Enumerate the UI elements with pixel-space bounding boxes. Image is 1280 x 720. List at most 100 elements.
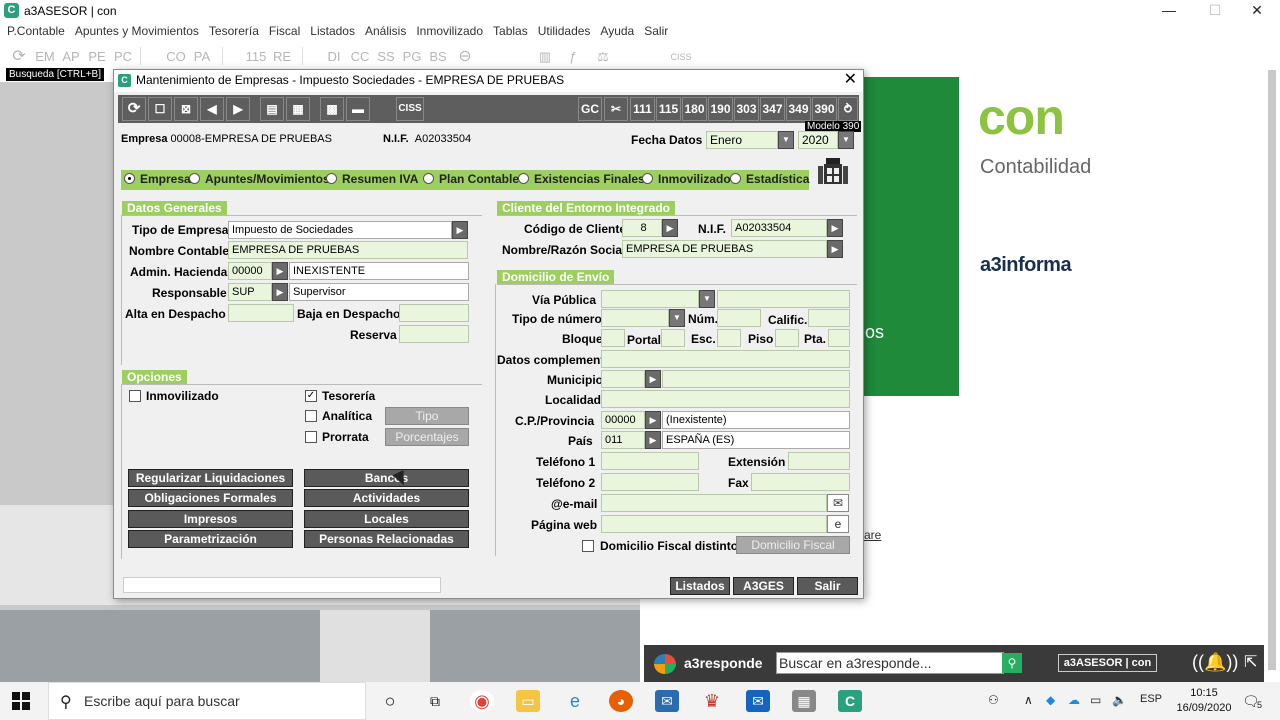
web-browser-icon[interactable]: e xyxy=(827,515,849,533)
tesoreria-checkbox[interactable]: ✓ xyxy=(305,390,317,402)
refresh-icon[interactable]: ⟳ xyxy=(122,97,146,121)
model-349-button[interactable]: 349 xyxy=(786,97,811,121)
chevron-right-icon[interactable]: ▶ xyxy=(645,411,661,429)
dialog-close-button[interactable]: ✕ xyxy=(844,70,857,90)
telefono2-field[interactable] xyxy=(601,473,699,491)
pagina-web-field[interactable] xyxy=(601,515,827,533)
print-preview-icon[interactable]: ▦ xyxy=(286,97,310,121)
app-crown-icon[interactable]: ♛ xyxy=(700,690,724,712)
tab-estadistica[interactable]: Estadística xyxy=(730,172,809,186)
toolbar-em[interactable]: EM xyxy=(33,46,57,68)
search-icon[interactable]: ⚲ xyxy=(1002,653,1022,673)
scrollbar-thumb[interactable] xyxy=(1268,70,1276,670)
a3asesor-taskbar-icon[interactable]: C xyxy=(838,690,862,712)
porcentajes-button[interactable]: Porcentajes xyxy=(385,428,469,446)
system-clock[interactable]: 10:15 16/09/2020 xyxy=(1176,686,1232,716)
people-icon[interactable]: ⚇ xyxy=(988,693,999,707)
model-190-button[interactable]: 190 xyxy=(708,97,733,121)
impresos-button[interactable]: Impresos xyxy=(128,510,293,528)
bloque-field[interactable] xyxy=(601,329,625,347)
tab-apuntes[interactable]: Apuntes/Movimientos xyxy=(189,172,330,186)
task-view-icon[interactable]: ⧉ xyxy=(423,690,447,712)
year-select[interactable]: 2020 xyxy=(798,131,838,149)
close-button[interactable]: ✕ xyxy=(1234,0,1280,22)
via-publica-select[interactable] xyxy=(601,290,699,308)
obligaciones-formales-button[interactable]: Obligaciones Formales xyxy=(128,489,293,507)
chevron-down-icon[interactable]: ▼ xyxy=(699,290,715,308)
internet-icon[interactable]: ⊖ xyxy=(454,46,476,68)
toolbar-115[interactable]: 115 xyxy=(244,46,268,68)
tipo-numero-select[interactable] xyxy=(601,309,669,327)
fax-field[interactable] xyxy=(751,473,850,491)
menu-salir[interactable]: Salir xyxy=(639,22,673,40)
chevron-up-icon[interactable]: ∧ xyxy=(1024,693,1033,707)
reserva-field[interactable] xyxy=(399,325,469,343)
chevron-right-icon[interactable]: ▶ xyxy=(272,262,288,280)
product-selector[interactable]: a3ASESOR | con xyxy=(1058,654,1157,672)
locales-button[interactable]: Locales xyxy=(304,510,469,528)
next-icon[interactable]: ▶ xyxy=(226,97,250,121)
envelope-icon[interactable]: ✉ xyxy=(827,494,849,512)
print-icon[interactable]: ▤ xyxy=(260,97,284,121)
a3ges-button[interactable]: A3GES xyxy=(733,577,794,595)
balance-icon[interactable]: ⚖ xyxy=(592,46,614,68)
mail-icon[interactable]: ✉ xyxy=(746,690,770,712)
pta-field[interactable] xyxy=(828,329,850,347)
menu-inmovilizado[interactable]: Inmovilizado xyxy=(411,22,488,40)
domicilio-fiscal-button[interactable]: Domicilio Fiscal xyxy=(736,536,850,554)
extension-field[interactable] xyxy=(788,452,850,470)
save-icon[interactable]: ▬ xyxy=(346,97,370,121)
books-icon[interactable]: ▥ xyxy=(534,46,556,68)
toolbar-bs[interactable]: BS xyxy=(426,46,450,68)
toolbar-re[interactable]: RE xyxy=(270,46,294,68)
chevron-right-icon[interactable]: ▶ xyxy=(662,219,678,237)
via-publica-name[interactable] xyxy=(717,290,850,308)
tab-existencias[interactable]: Existencias Finales xyxy=(518,172,645,186)
calific-field[interactable] xyxy=(808,309,850,327)
bancos-button[interactable]: Bancos xyxy=(304,469,469,487)
tab-empresa[interactable]: Empresa xyxy=(124,172,191,186)
formula-icon[interactable]: ƒ xyxy=(562,46,584,68)
network-icon[interactable]: ▭ xyxy=(1090,693,1101,707)
localidad-field[interactable] xyxy=(601,390,850,408)
chevron-right-icon[interactable]: ▶ xyxy=(452,221,468,239)
chevron-right-icon[interactable]: ▶ xyxy=(272,283,288,301)
new-record-icon[interactable]: ☐ xyxy=(148,97,172,121)
toolbar-ciss[interactable]: CISS xyxy=(668,46,694,68)
model-111-button[interactable]: 111 xyxy=(630,97,655,121)
model-347-button[interactable]: 347 xyxy=(760,97,785,121)
tipo-button[interactable]: Tipo xyxy=(385,407,469,425)
menu-tesoreria[interactable]: Tesorería xyxy=(204,22,264,40)
listados-button[interactable]: Listados xyxy=(670,577,730,595)
actividades-button[interactable]: Actividades xyxy=(304,489,469,507)
month-select[interactable]: Enero xyxy=(706,131,778,149)
firefox-icon[interactable]: ◕ xyxy=(609,690,633,712)
cortana-icon[interactable]: ○ xyxy=(378,690,402,712)
model-390-button[interactable]: 390 xyxy=(812,97,837,121)
admin-hacienda-code[interactable]: 00000 xyxy=(228,262,272,280)
toolbar-ap[interactable]: AP xyxy=(59,46,83,68)
calculator-icon[interactable]: ▩ xyxy=(320,97,344,121)
toolbar-pc[interactable]: PC xyxy=(111,46,135,68)
menu-pcontable[interactable]: P.Contable xyxy=(0,22,70,40)
num-field[interactable] xyxy=(717,309,761,327)
background-link[interactable]: are xyxy=(864,528,881,542)
menu-apuntes[interactable]: Apuntes y Movimientos xyxy=(70,22,204,40)
outlook-icon[interactable]: ✉ xyxy=(655,690,679,712)
chevron-down-icon[interactable]: ▼ xyxy=(778,131,794,149)
chevron-down-icon[interactable]: ▼ xyxy=(669,309,685,327)
chevron-right-icon[interactable]: ▶ xyxy=(827,240,843,258)
cliente-nif-field[interactable]: A02033504 xyxy=(731,219,827,237)
analitica-checkbox[interactable] xyxy=(305,410,317,422)
prorrata-checkbox[interactable] xyxy=(305,431,317,443)
model-115-button[interactable]: 115 xyxy=(656,97,681,121)
toolbar-ss[interactable]: SS xyxy=(374,46,398,68)
codigo-cliente-field[interactable]: 8 xyxy=(622,219,662,237)
alta-despacho-field[interactable] xyxy=(228,304,294,322)
datos-complement-field[interactable] xyxy=(601,350,850,368)
piso-field[interactable] xyxy=(775,329,799,347)
windows-start-icon[interactable] xyxy=(12,692,30,710)
cp-field[interactable]: 00000 xyxy=(601,411,645,429)
ciss-button[interactable]: CISS xyxy=(396,97,424,121)
menu-listados[interactable]: Listados xyxy=(305,22,360,40)
